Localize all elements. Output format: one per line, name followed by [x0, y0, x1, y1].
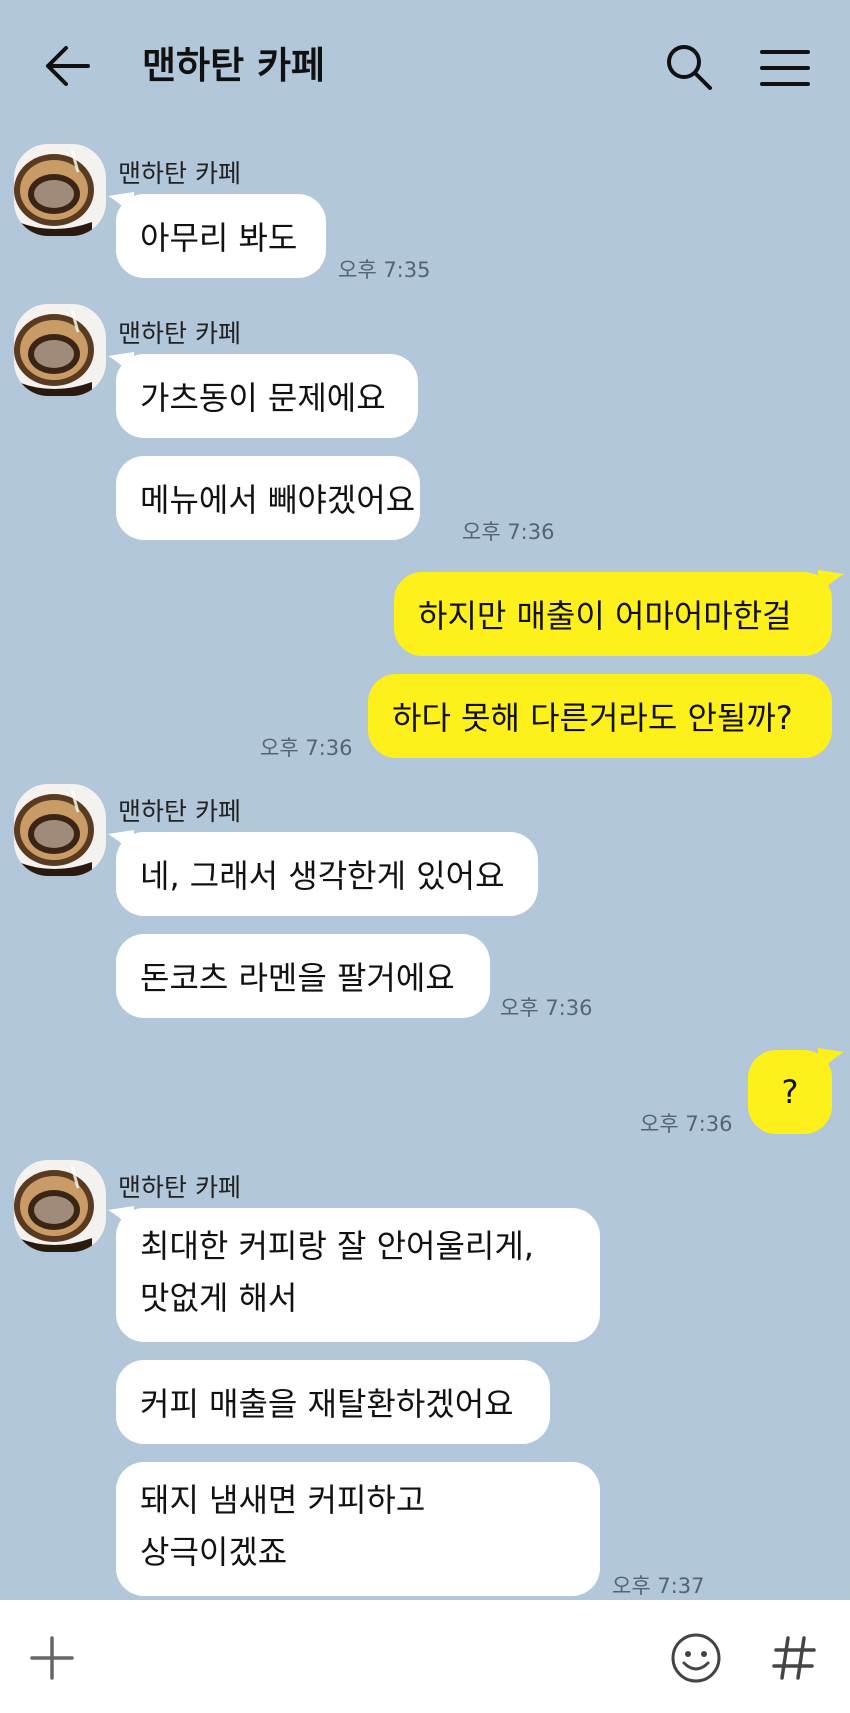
message-bubble[interactable]: 네, 그래서 생각한게 있어요 [116, 832, 538, 916]
message-bubble[interactable]: 돈코츠 라멘을 팔거에요 [116, 934, 490, 1018]
sender-name: 맨하탄 카페 [118, 797, 241, 826]
coffee-dripper-avatar[interactable] [14, 784, 106, 876]
message-bubble[interactable]: 돼지 냄새면 커피하고 상극이겠죠 [116, 1462, 600, 1596]
coffee-dripper-avatar[interactable] [14, 144, 106, 236]
plus-icon[interactable] [30, 1636, 74, 1680]
sender-name: 맨하탄 카페 [118, 1173, 241, 1202]
hashtag-icon[interactable] [772, 1634, 816, 1682]
message-bubble[interactable]: 메뉴에서 빼야겠어요 [116, 456, 420, 540]
message-bubble[interactable]: 하다 못해 다른거라도 안될까? [368, 674, 832, 758]
search-icon[interactable] [664, 42, 714, 92]
message-time: 오후 7:37 [612, 1574, 705, 1598]
message-time: 오후 7:36 [462, 520, 555, 544]
sender-name: 맨하탄 카페 [118, 319, 241, 348]
message-time: 오후 7:36 [640, 1112, 733, 1136]
message-bubble[interactable]: 아무리 봐도 [116, 194, 326, 278]
emoji-smile-icon[interactable] [670, 1632, 722, 1684]
message-bubble[interactable]: 커피 매출을 재탈환하겠어요 [116, 1360, 550, 1444]
coffee-dripper-avatar[interactable] [14, 304, 106, 396]
chat-header: 맨하탄 카페 [0, 0, 850, 130]
message-bubble[interactable]: 최대한 커피랑 잘 안어울리게, 맛없게 해서 [116, 1208, 600, 1342]
message-bubble[interactable]: 하지만 매출이 어마어마한걸 [394, 572, 832, 656]
arrow-left-icon[interactable] [44, 44, 92, 88]
message-time: 오후 7:35 [338, 258, 431, 282]
hamburger-menu-icon[interactable] [760, 48, 810, 88]
message-bubble[interactable]: 가츠동이 문제에요 [116, 354, 418, 438]
chat-title: 맨하탄 카페 [142, 44, 326, 87]
sender-name: 맨하탄 카페 [118, 159, 241, 188]
bubble-tail [818, 570, 844, 596]
message-time: 오후 7:36 [500, 996, 593, 1020]
bubble-tail [818, 1048, 844, 1074]
message-time: 오후 7:36 [260, 736, 353, 760]
coffee-dripper-avatar[interactable] [14, 1160, 106, 1252]
input-bar [0, 1600, 850, 1713]
